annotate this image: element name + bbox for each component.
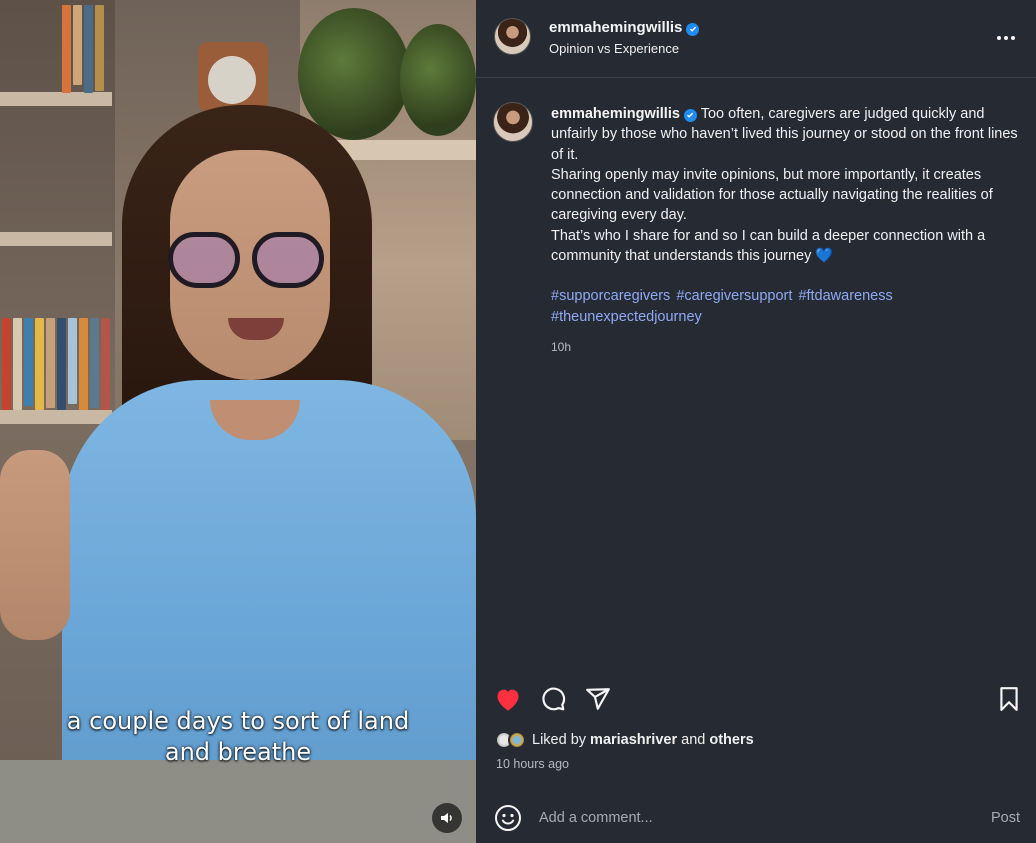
verified-badge-icon [683,108,697,122]
share-icon [586,688,610,710]
caption-line: and breathe [164,738,312,766]
verified-badge-icon [686,22,700,36]
smiley-icon [495,805,521,831]
heart-filled-icon [497,689,519,711]
emoji-button[interactable] [494,804,522,832]
more-options-button[interactable] [996,28,1016,48]
mute-button[interactable] [432,803,462,833]
more-horizontal-icon [997,36,1001,40]
comment-bar: Post [476,794,1036,843]
hand [0,450,70,640]
hashtag-list: #supporcaregivers #caregiversupport #ftd… [551,286,1026,327]
caption-username[interactable]: emmahemingwillis [551,106,680,122]
share-button[interactable] [583,684,613,714]
likes-summary: Liked by mariashriver and others [495,731,754,749]
likes-others-link[interactable]: others [709,732,753,748]
header-username[interactable]: emmahemingwillis [549,19,682,36]
glasses [168,232,328,292]
save-button[interactable] [994,684,1024,714]
bookmark-icon [1000,687,1018,711]
comment-icon [542,687,566,711]
post-header: emmahemingwillis Opinion vs Experience [476,0,1036,78]
hashtag-link[interactable]: #caregiversupport [676,288,792,304]
likes-prefix: Liked by [532,732,587,748]
post-comment-button[interactable]: Post [991,810,1020,826]
action-bar [476,684,1036,714]
comment-input[interactable] [539,806,959,830]
liker-username[interactable]: mariashriver [590,732,677,748]
comment-button[interactable] [538,684,568,714]
speaker-icon [441,813,452,823]
blue-heart-emoji: 💙 [815,248,834,265]
liker-avatar [508,731,526,749]
hashtag-link[interactable]: #ftdawareness [798,288,892,304]
like-button[interactable] [493,684,523,714]
video-caption: a couple days to sort of land and breath… [0,706,476,768]
avatar[interactable] [493,102,533,142]
post-time-ago: 10 hours ago [496,757,569,771]
avatar[interactable] [494,18,531,55]
post-panel: emmahemingwillis Opinion vs Experience e… [476,0,1036,843]
hashtag-link[interactable]: #supporcaregivers [551,288,670,304]
caption-line: a couple days to sort of land [66,707,410,735]
caption-text: Sharing openly may invite opinions, but … [551,166,993,224]
header-subtitle[interactable]: Opinion vs Experience [549,41,679,56]
caption-text: That’s who I share for and so I can buil… [551,227,986,265]
video-player[interactable]: a couple days to sort of land and breath… [0,0,476,843]
likes-conjunction: and [681,732,706,748]
hashtag-link[interactable]: #theunexpectedjourney [551,309,702,325]
post-timestamp: 10h [551,339,572,354]
